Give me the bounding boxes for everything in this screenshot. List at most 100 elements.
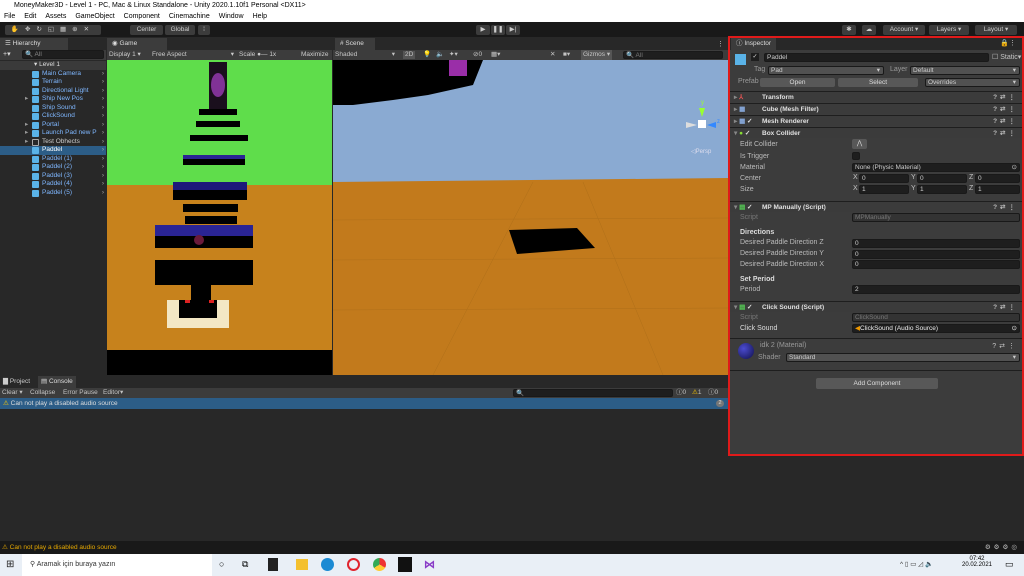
- more-icon[interactable]: ⋮: [717, 40, 724, 48]
- status-bar[interactable]: ⚠ Can not play a disabled audio source ⚙…: [0, 541, 1024, 554]
- menu-assets[interactable]: Assets: [45, 11, 66, 22]
- console-search[interactable]: 🔍: [513, 389, 673, 397]
- center-x[interactable]: 0: [859, 174, 909, 183]
- component-mesh-renderer[interactable]: ▸ ▦ ✓ Mesh Renderer ?⇄⋮: [730, 115, 1022, 126]
- collab-icon[interactable]: ✱: [842, 25, 856, 35]
- hierarchy-item[interactable]: ▸ Launch Pad new P ›: [0, 129, 106, 138]
- size-x[interactable]: 1: [859, 185, 909, 194]
- center-z[interactable]: 0: [975, 174, 1020, 183]
- menu-component[interactable]: Component: [124, 11, 160, 22]
- edit-collider-button[interactable]: ⋀: [852, 139, 867, 149]
- audio-icon[interactable]: 🔈: [436, 50, 444, 60]
- static-toggle[interactable]: ☐ Static▾: [992, 53, 1021, 61]
- tab-inspector[interactable]: ⓘ Inspector: [731, 38, 777, 50]
- size-z[interactable]: 1: [975, 185, 1020, 194]
- add-icon[interactable]: +▾: [3, 50, 11, 58]
- taskbar-search[interactable]: ⚲ Aramak için buraya yazın: [22, 554, 212, 576]
- camera-icon[interactable]: ■▾: [563, 50, 570, 60]
- menu-cinemachine[interactable]: Cinemachine: [169, 11, 210, 22]
- windows-start-icon[interactable]: ⊞: [6, 559, 14, 570]
- tools-icon[interactable]: ✕: [550, 50, 555, 60]
- visual-studio-icon[interactable]: ⋈: [424, 558, 435, 571]
- hierarchy-item[interactable]: Directional Light ›: [0, 87, 106, 96]
- aspect-dropdown[interactable]: Free Aspect ▾: [152, 50, 234, 60]
- scale-slider[interactable]: Scale ●— 1x: [239, 50, 276, 60]
- component-mesh-filter[interactable]: ▸ ▦ Cube (Mesh Filter) ?⇄⋮: [730, 103, 1022, 114]
- period-field[interactable]: 2: [852, 285, 1020, 294]
- component-box-collider[interactable]: ▾ ● ✓ Box Collider ?⇄⋮: [730, 127, 1022, 138]
- hierarchy-item[interactable]: ClickSound ›: [0, 112, 106, 121]
- clock[interactable]: 07:42 20.02.2021: [960, 556, 994, 568]
- tab-game[interactable]: ◉ Game: [107, 38, 167, 50]
- snap-icon[interactable]: ⁞: [198, 25, 210, 35]
- cortana-icon[interactable]: ○: [219, 559, 224, 569]
- direction-z-field[interactable]: 0: [852, 239, 1020, 248]
- material-menu-icons[interactable]: ?⇄⋮: [992, 342, 1018, 350]
- tab-hierarchy[interactable]: ☰ Hierarchy: [0, 38, 68, 50]
- hierarchy-item[interactable]: ▸ Ship New Pos ›: [0, 95, 106, 104]
- step-button[interactable]: ▶|: [506, 25, 520, 35]
- file-explorer-icon[interactable]: [296, 559, 308, 570]
- shader-dropdown[interactable]: Standard ▾: [786, 353, 1020, 362]
- size-y[interactable]: 1: [917, 185, 967, 194]
- layout-dropdown[interactable]: Layout ▾: [975, 25, 1017, 35]
- hierarchy-item[interactable]: Paddel (4) ›: [0, 180, 106, 189]
- overrides-dropdown[interactable]: Overrides ▾: [925, 78, 1020, 87]
- hidden-icon[interactable]: ⊘0: [473, 50, 482, 60]
- opera-icon[interactable]: [347, 558, 360, 571]
- error-count[interactable]: ⓘ0: [708, 388, 718, 398]
- layer-dropdown[interactable]: Default ▾: [910, 66, 1020, 75]
- gizmos-dropdown[interactable]: Gizmos ▾: [581, 50, 613, 60]
- notification-icon[interactable]: ▭: [1005, 559, 1014, 570]
- active-checkbox[interactable]: ✓: [751, 53, 759, 61]
- task-view-icon[interactable]: ⧉: [242, 559, 248, 570]
- hierarchy-item[interactable]: Paddel (3) ›: [0, 172, 106, 181]
- tab-console[interactable]: ▤ Console: [38, 376, 76, 388]
- transform-tools[interactable]: ✋✥↻◱▦⊕✕: [5, 25, 101, 35]
- hierarchy-item[interactable]: Paddel (2) ›: [0, 163, 106, 172]
- lighting-icon[interactable]: 💡: [423, 50, 431, 60]
- warning-count[interactable]: ⚠1: [692, 388, 701, 398]
- scene-view[interactable]: [333, 60, 728, 375]
- menu-window[interactable]: Window: [219, 11, 244, 22]
- prefab-open-button[interactable]: Open: [760, 78, 835, 87]
- name-field[interactable]: Paddel: [764, 53, 989, 62]
- layers-dropdown[interactable]: Layers ▾: [929, 25, 969, 35]
- hierarchy-item[interactable]: Paddel (1) ›: [0, 155, 106, 164]
- pause-button[interactable]: ❚❚: [491, 25, 505, 35]
- orientation-gizmo[interactable]: y z ◁Persp: [683, 100, 723, 155]
- tag-dropdown[interactable]: Pad ▾: [768, 66, 884, 75]
- status-icons[interactable]: ⚙⚙⚙◎: [985, 541, 1020, 554]
- direction-x-field[interactable]: 0: [852, 260, 1020, 269]
- grid-icon[interactable]: ▦▾: [491, 50, 500, 60]
- add-component-button[interactable]: Add Component: [816, 378, 938, 389]
- scene-search[interactable]: 🔍 All: [623, 51, 723, 59]
- system-tray-icons[interactable]: ^ ▯ ▭ ◿ 🔈: [900, 560, 933, 568]
- clear-button[interactable]: Clear ▾: [2, 388, 23, 398]
- collapse-button[interactable]: Collapse: [30, 388, 55, 398]
- maximize-toggle[interactable]: Maximize: [301, 50, 328, 60]
- hierarchy-item[interactable]: Paddel ›: [0, 146, 106, 155]
- unity-icon[interactable]: [398, 557, 412, 572]
- persp-label[interactable]: ◁Persp: [691, 148, 711, 155]
- edge-icon[interactable]: [321, 558, 334, 571]
- physic-material-field[interactable]: None (Physic Material) ⊙: [852, 163, 1020, 172]
- component-mp-manually[interactable]: ▾ ▤ ✓ MP Manually (Script) ?⇄⋮: [730, 201, 1022, 212]
- pivot-toggle[interactable]: Center: [130, 25, 163, 35]
- display-dropdown[interactable]: Display 1 ▾: [109, 50, 141, 60]
- menu-edit[interactable]: Edit: [24, 11, 36, 22]
- tab-scene[interactable]: # Scene: [335, 38, 375, 50]
- console-entry[interactable]: ⚠ Can not play a disabled audio source 2: [0, 398, 728, 409]
- space-toggle[interactable]: Global: [165, 25, 195, 35]
- click-sound-field[interactable]: ◀ClickSound (Audio Source) ⊙: [852, 324, 1020, 333]
- prefab-select-button[interactable]: Select: [838, 78, 918, 87]
- cloud-icon[interactable]: ☁: [862, 25, 876, 35]
- editor-dropdown[interactable]: Editor▾: [103, 388, 123, 398]
- app-icon-notes[interactable]: [268, 558, 278, 571]
- hierarchy-item[interactable]: Terrain ›: [0, 78, 106, 87]
- lock-icon[interactable]: 🔒⋮: [1000, 39, 1016, 47]
- chrome-icon[interactable]: [373, 558, 386, 571]
- effects-icon[interactable]: ✦▾: [449, 50, 458, 60]
- shading-dropdown[interactable]: Shaded ▾: [335, 50, 395, 60]
- center-y[interactable]: 0: [917, 174, 967, 183]
